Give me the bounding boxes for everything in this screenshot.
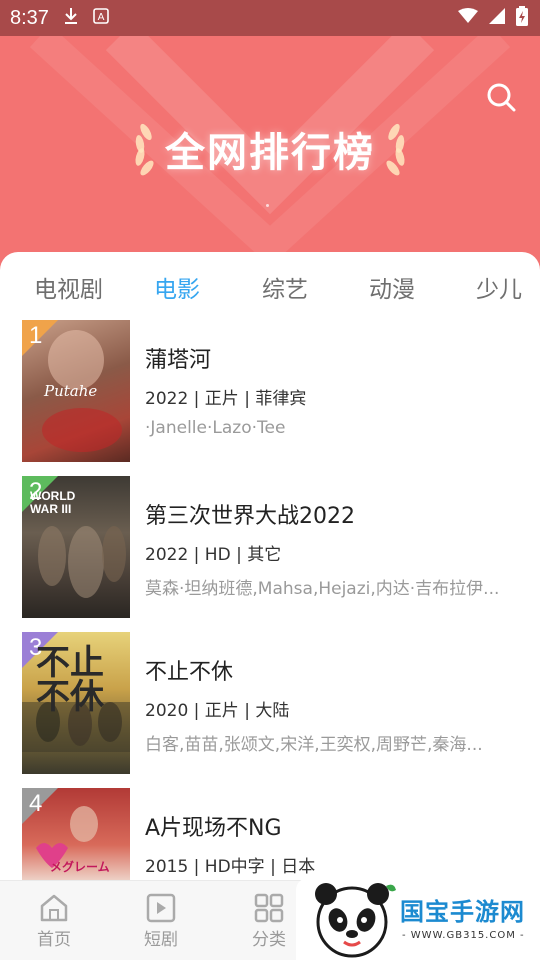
list-item[interactable]: 1 Putahe 蒲塔河 2022 | 正片 | 菲律宾 ·Janelle·La… bbox=[22, 320, 522, 462]
play-icon bbox=[146, 893, 176, 923]
movie-title[interactable]: A片现场不NG bbox=[145, 810, 282, 842]
tab-tv[interactable]: 电视剧 bbox=[34, 270, 103, 304]
status-time: 8:37 bbox=[10, 6, 49, 29]
movie-title[interactable]: 第三次世界大战2022 bbox=[145, 498, 355, 530]
movie-cast: 莫森·坦纳班德,Mahsa,Hejazi,内达·吉布拉伊... bbox=[145, 579, 500, 599]
watermark-text: 国宝手游网 bbox=[400, 898, 525, 926]
home-icon bbox=[40, 894, 68, 922]
nav-home[interactable]: 首页 bbox=[24, 893, 84, 950]
battery-icon bbox=[516, 6, 528, 30]
panda-logo-icon bbox=[315, 883, 396, 958]
tab-variety[interactable]: 综艺 bbox=[262, 270, 308, 304]
movie-meta: 2022 | 正片 | 菲律宾 bbox=[145, 389, 307, 409]
content-panel: 电视剧 电影 综艺 动漫 少儿 1 Putahe 蒲塔河 2022 | 正片 |… bbox=[0, 252, 540, 960]
status-bar: 8:37 A bbox=[0, 0, 540, 36]
poster-image[interactable]: 1 Putahe bbox=[22, 320, 130, 462]
poster-image[interactable]: 2 WORLD WAR III bbox=[22, 476, 130, 618]
tab-kids[interactable]: 少儿 bbox=[476, 270, 522, 304]
watermark-url: - WWW.GB315.COM - bbox=[402, 930, 525, 941]
app-notification-icon: A bbox=[93, 7, 109, 29]
movie-title[interactable]: 不止不休 bbox=[145, 654, 233, 686]
movie-meta: 2015 | HD中字 | 日本 bbox=[145, 857, 316, 877]
poster-title-text: Putahe bbox=[44, 382, 98, 400]
nav-category-label: 分类 bbox=[252, 930, 286, 950]
signal-icon bbox=[488, 7, 506, 29]
category-tabs: 电视剧 电影 综艺 动漫 少儿 bbox=[0, 270, 540, 310]
tab-movie[interactable]: 电影 bbox=[154, 270, 200, 304]
poster-image[interactable]: 3 不止不休 bbox=[22, 632, 130, 774]
page-title: 全网排行榜 bbox=[165, 130, 375, 176]
nav-category[interactable]: 分类 bbox=[239, 893, 299, 950]
movie-cast: ·Janelle·Lazo·Tee bbox=[145, 418, 286, 438]
svg-text:A: A bbox=[98, 12, 105, 23]
poster-title-text: WORLD WAR III bbox=[30, 489, 76, 516]
nav-home-label: 首页 bbox=[37, 930, 71, 950]
rank-number: 1 bbox=[29, 322, 43, 349]
movie-meta: 2022 | HD | 其它 bbox=[145, 545, 282, 565]
banner-dot bbox=[266, 204, 269, 207]
nav-shorts[interactable]: 短剧 bbox=[131, 893, 191, 950]
wifi-icon bbox=[458, 8, 478, 28]
tab-anime[interactable]: 动漫 bbox=[369, 270, 415, 304]
grid-icon bbox=[254, 893, 284, 923]
movie-meta: 2020 | 正片 | 大陆 bbox=[145, 701, 290, 721]
watermark: 国宝手游网 - WWW.GB315.COM - bbox=[296, 878, 540, 960]
nav-shorts-label: 短剧 bbox=[144, 930, 178, 950]
rank-number: 4 bbox=[29, 790, 43, 817]
search-icon[interactable] bbox=[484, 80, 518, 114]
movie-cast: 白客,苗苗,张颂文,宋洋,王奕权,周野芒,秦海... bbox=[145, 735, 483, 755]
poster-title-text: 不止不休 bbox=[36, 643, 104, 717]
download-icon bbox=[63, 7, 79, 30]
list-item[interactable]: 3 不止不休 不止不休 2020 | 正片 | 大陆 白客,苗苗,张颂文,宋洋,… bbox=[22, 632, 522, 774]
header-banner: 全网排行榜 bbox=[0, 36, 540, 276]
list-item[interactable]: 2 WORLD WAR III 第三次世界大战2022 2022 | HD | … bbox=[22, 476, 522, 618]
movie-title[interactable]: 蒲塔河 bbox=[145, 342, 211, 374]
poster-title-text: メグレーム bbox=[50, 860, 110, 874]
